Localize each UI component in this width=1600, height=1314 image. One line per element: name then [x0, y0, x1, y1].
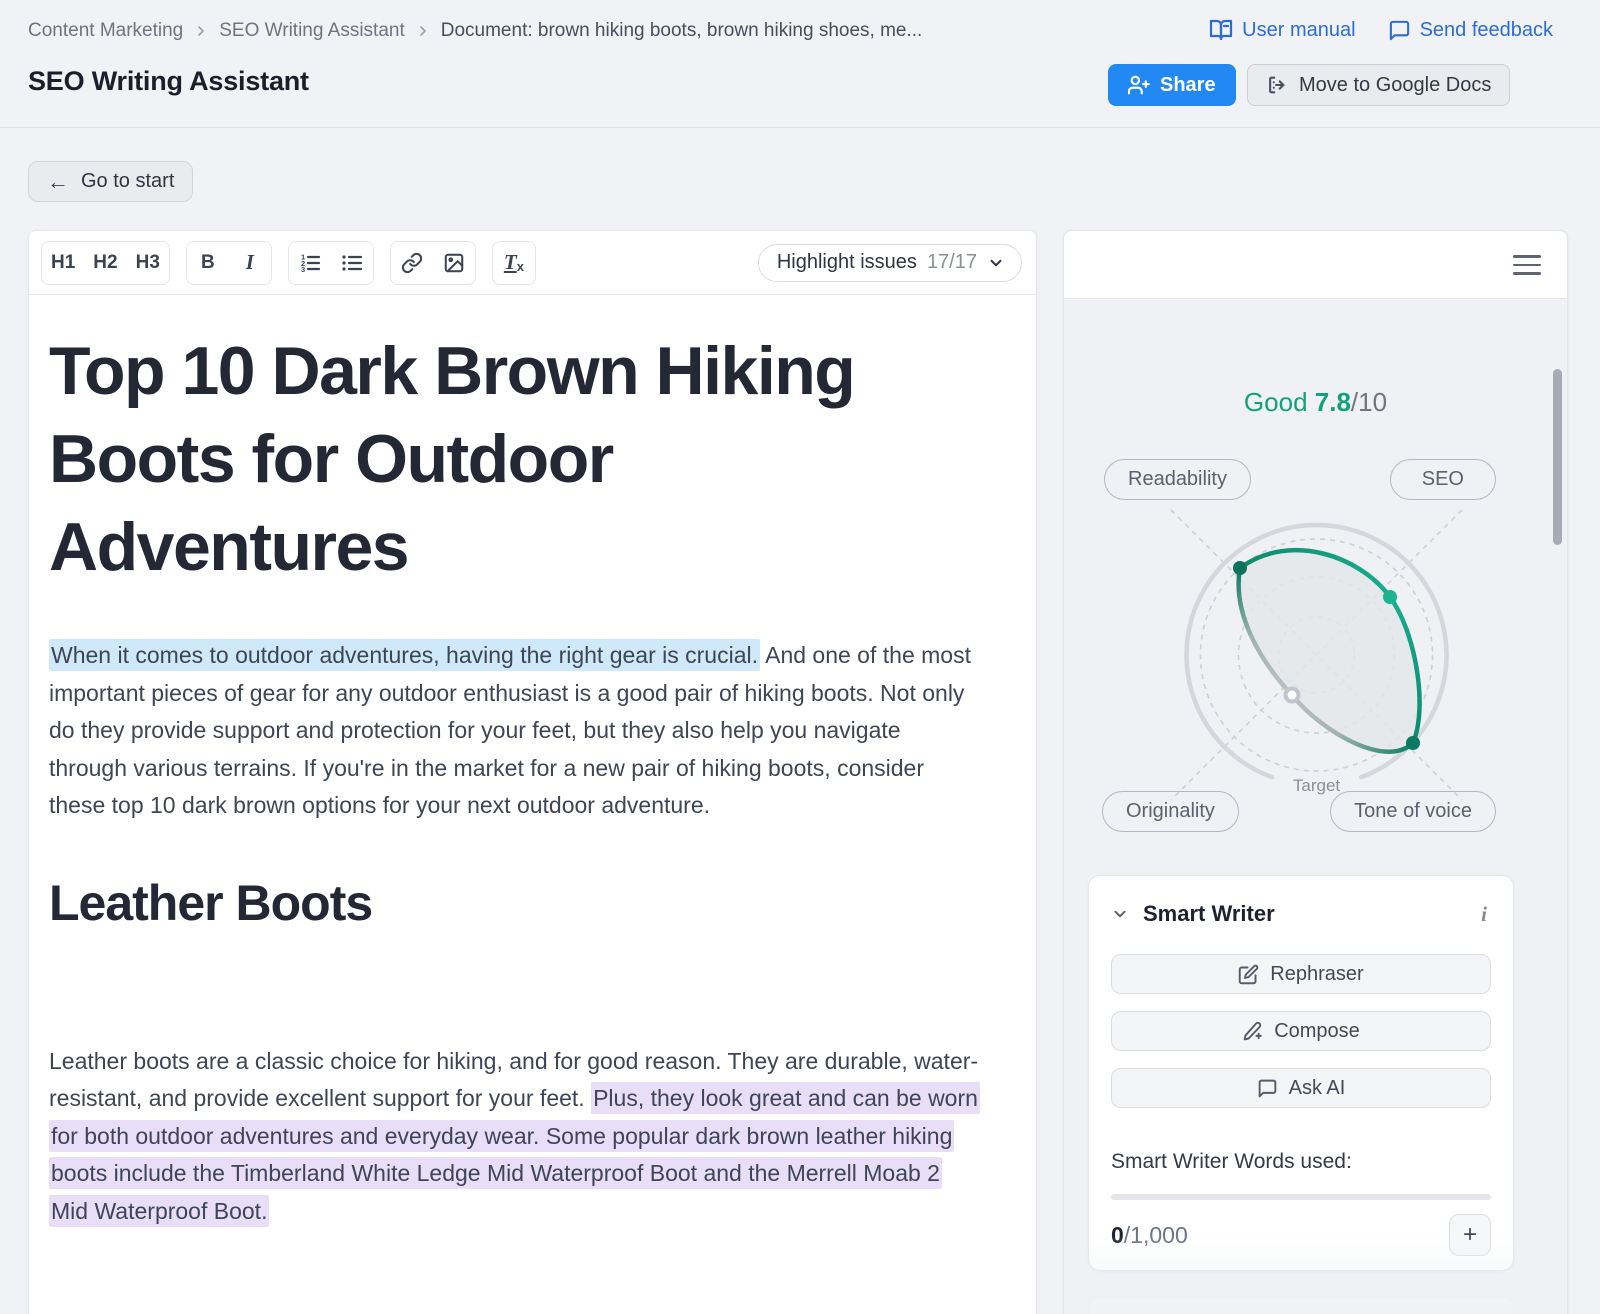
target-label: Target	[1293, 776, 1341, 795]
readability-card: Readability	[1088, 1297, 1514, 1314]
bold-button[interactable]: B	[187, 242, 229, 284]
score-max: /10	[1351, 387, 1387, 417]
italic-button[interactable]: I	[229, 242, 271, 284]
radar-chart: Target	[1064, 495, 1568, 815]
score-rating: Good	[1244, 387, 1308, 417]
readability-point	[1233, 561, 1247, 575]
chevron-down-icon	[1111, 905, 1129, 923]
hamburger-icon	[1513, 255, 1541, 258]
editor-toolbar: H1 H2 H3 B I 123	[29, 231, 1036, 295]
pill-readability[interactable]: Readability	[1104, 459, 1251, 500]
seo-writing-assistant-app: Content Marketing SEO Writing Assistant …	[0, 0, 1600, 1314]
panel-menu-button[interactable]	[1513, 253, 1541, 277]
bullet-list-icon	[340, 251, 364, 275]
doc-paragraph-2: Leather boots are a classic choice for h…	[49, 1043, 979, 1231]
h3-button[interactable]: H3	[127, 242, 169, 284]
pill-seo[interactable]: SEO	[1390, 459, 1496, 500]
edit-icon	[1238, 964, 1259, 985]
image-button[interactable]	[433, 242, 475, 284]
breadcrumb: Content Marketing SEO Writing Assistant …	[28, 20, 922, 42]
link-icon	[401, 252, 423, 274]
tone-point	[1406, 736, 1420, 750]
score-panel: Good 7.8/10 Readability SEO Originality …	[1063, 230, 1568, 1314]
user-manual-link[interactable]: User manual	[1209, 18, 1355, 42]
h2-button[interactable]: H2	[84, 242, 126, 284]
top-links: User manual Send feedback	[1209, 18, 1553, 42]
panel-header	[1064, 231, 1567, 299]
info-icon[interactable]: i	[1477, 902, 1491, 927]
breadcrumb-item-swa[interactable]: SEO Writing Assistant	[219, 20, 405, 42]
clear-format-group: Tx	[492, 241, 536, 285]
bullet-list-button[interactable]	[331, 242, 373, 284]
smart-writer-title: Smart Writer	[1143, 901, 1275, 927]
chevron-right-icon	[415, 23, 431, 39]
seo-point	[1383, 590, 1397, 604]
ask-ai-label: Ask AI	[1289, 1077, 1346, 1100]
overall-score: Good 7.8/10	[1064, 387, 1567, 418]
user-manual-label: User manual	[1242, 19, 1355, 42]
page-title: SEO Writing Assistant	[28, 66, 309, 97]
ordered-list-button[interactable]: 123	[289, 242, 331, 284]
words-counter: 0/1,000	[1111, 1222, 1188, 1249]
compose-label: Compose	[1274, 1020, 1360, 1043]
doc-paragraph-1: When it comes to outdoor adventures, hav…	[49, 637, 979, 825]
chat-bubble-icon	[1257, 1078, 1278, 1099]
smart-writer-card: Smart Writer i Rephraser Compose	[1088, 875, 1514, 1271]
rephraser-label: Rephraser	[1270, 963, 1363, 986]
h1-button[interactable]: H1	[42, 242, 84, 284]
empty-paragraph	[49, 933, 1016, 997]
originality-point	[1286, 689, 1299, 702]
words-counter-row: 0/1,000 +	[1111, 1214, 1491, 1256]
move-to-google-docs-label: Move to Google Docs	[1299, 74, 1491, 97]
doc-title: Top 10 Dark Brown Hiking Boots for Outdo…	[49, 327, 949, 591]
svg-text:3: 3	[301, 265, 305, 274]
compose-button[interactable]: Compose	[1111, 1011, 1491, 1051]
clear-formatting-button[interactable]: Tx	[493, 242, 535, 284]
move-to-google-docs-button[interactable]: Move to Google Docs	[1247, 64, 1510, 106]
magic-pen-icon	[1242, 1021, 1263, 1042]
chevron-right-icon	[193, 23, 209, 39]
add-words-button[interactable]: +	[1449, 1214, 1491, 1256]
words-used-label: Smart Writer Words used:	[1111, 1150, 1491, 1174]
plus-icon: +	[1463, 1221, 1477, 1249]
breadcrumb-item-document: Document: brown hiking boots, brown hiki…	[441, 20, 923, 42]
share-label: Share	[1160, 74, 1216, 97]
send-feedback-link[interactable]: Send feedback	[1388, 19, 1553, 42]
person-plus-icon	[1128, 74, 1150, 96]
ask-ai-button[interactable]: Ask AI	[1111, 1068, 1491, 1108]
highlight-issues-count: 17/17	[927, 251, 977, 274]
editor-canvas: H1 H2 H3 B I 123	[28, 230, 1037, 1314]
image-icon	[443, 252, 465, 274]
words-progress-bar	[1111, 1194, 1491, 1200]
editor-content[interactable]: Top 10 Dark Brown Hiking Boots for Outdo…	[29, 295, 1036, 1230]
smart-writer-header[interactable]: Smart Writer i	[1111, 896, 1491, 932]
share-button[interactable]: Share	[1108, 64, 1236, 106]
arrow-left-icon: ←	[47, 171, 69, 193]
readability-highlight[interactable]: When it comes to outdoor adventures, hav…	[49, 639, 760, 671]
book-icon	[1209, 18, 1233, 42]
doc-subheading: Leather Boots	[49, 873, 1016, 933]
ordered-list-icon: 123	[298, 251, 322, 275]
header-divider	[0, 127, 1600, 128]
highlight-issues-label: Highlight issues	[777, 251, 917, 274]
chevron-down-icon	[987, 254, 1005, 272]
panel-body: Good 7.8/10 Readability SEO Originality …	[1064, 299, 1567, 1314]
send-feedback-label: Send feedback	[1420, 19, 1553, 42]
breadcrumb-item-content-marketing[interactable]: Content Marketing	[28, 20, 183, 42]
export-icon	[1266, 74, 1288, 96]
score-value: 7.8	[1315, 387, 1351, 417]
go-to-start-button[interactable]: ← Go to start	[28, 161, 193, 202]
rephraser-button[interactable]: Rephraser	[1111, 954, 1491, 994]
speech-bubble-icon	[1388, 19, 1411, 42]
text-style-group: B I	[186, 241, 272, 285]
insert-group	[390, 241, 476, 285]
list-buttons-group: 123	[288, 241, 374, 285]
highlight-issues-dropdown[interactable]: Highlight issues 17/17	[758, 244, 1022, 282]
link-button[interactable]	[391, 242, 433, 284]
heading-buttons-group: H1 H2 H3	[41, 241, 170, 285]
go-to-start-label: Go to start	[81, 170, 174, 193]
